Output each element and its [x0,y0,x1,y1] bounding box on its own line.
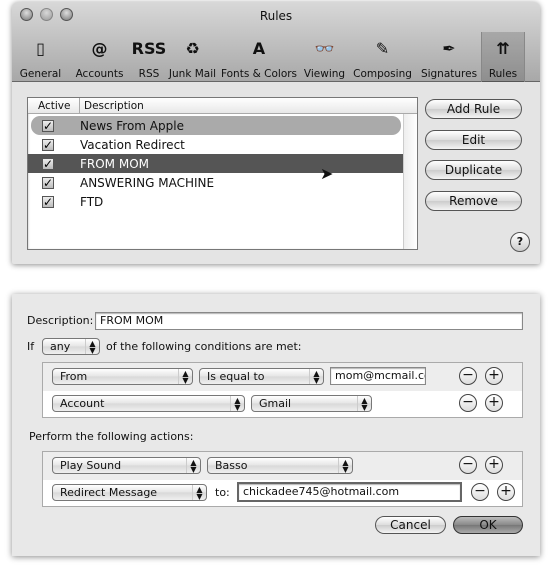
active-checkbox[interactable]: ✓ [42,119,54,132]
toolbar-item-label: RSS [138,68,160,80]
column-description[interactable]: Description [84,100,144,112]
toolbar-item-general[interactable]: ▯ General [12,32,69,82]
pen-signature-icon: ✒ [442,38,456,58]
pencil-paper-icon: ✎ [375,38,390,58]
remove-action-button[interactable]: − [471,483,489,501]
redirect-address-input[interactable]: chickadee745@hotmail.com [237,482,462,502]
action-type-popup[interactable]: Play Sound ▲ ▼ [52,457,201,474]
rule-row[interactable]: ✓ ANSWERING MACHINE [28,173,403,192]
list-header: Active Description [28,98,417,114]
match-any-all-popup[interactable]: any ▲ ▼ [42,338,100,355]
rule-description: ANSWERING MACHINE [80,175,215,190]
condition-operator-popup[interactable]: Is equal to ▲ ▼ [199,368,324,385]
at-sign-icon: @ [91,38,108,58]
popup-arrows-icon: ▲ ▼ [85,339,99,355]
remove-condition-button[interactable]: − [459,394,477,412]
help-button[interactable]: ? [510,232,530,252]
action-type-popup[interactable]: Redirect Message ▲ ▼ [52,484,207,501]
junk-mail-bin-icon: ♻ [185,38,200,58]
toolbar-item-rss[interactable]: RSS RSS [130,32,168,82]
add-action-button[interactable]: + [485,456,503,474]
active-checkbox[interactable]: ✓ [42,195,54,208]
rule-row[interactable]: ✓ News From Apple [31,116,401,135]
light-switch-icon: ▯ [36,38,45,58]
description-label: Description: [27,314,94,327]
toolbar-item-label: Fonts & Colors [220,68,298,80]
rule-description: Vacation Redirect [80,137,185,152]
rule-description: News From Apple [80,118,184,133]
add-rule-button[interactable]: Add Rule [425,99,522,119]
toolbar-item-signatures[interactable]: ✒ Signatures [417,32,481,82]
toolbar-item-label: Rules [488,68,518,80]
rule-row[interactable]: ✓ Vacation Redirect [28,135,403,154]
active-checkbox[interactable]: ✓ [42,157,54,170]
toolbar-item-fonts-colors[interactable]: A Fonts & Colors [217,32,301,82]
rule-description: FROM MOM [80,156,150,171]
font-icon: A [252,38,266,58]
rules-preferences-window: Rules ▯ General @ Accounts RSS RSS ♻ Junk Mail A… [12,2,540,264]
toolbar-item-label: General [19,68,62,80]
duplicate-button[interactable]: Duplicate [425,160,522,180]
remove-button[interactable]: Remove [425,191,522,211]
column-active[interactable]: Active [38,100,70,112]
rules-arrows-icon: ⇈ [496,38,510,58]
window-title: Rules [259,9,293,23]
vertical-scrollbar[interactable] [403,114,417,249]
add-condition-button[interactable]: + [485,394,503,412]
actions-box: Play Sound ▲ ▼ Basso ▲ ▼ − + Redirect Messag… [42,451,523,507]
toolbar-item-accounts[interactable]: @ Accounts [69,32,130,82]
remove-condition-button[interactable]: − [459,367,477,385]
conditions-label: of the following conditions are met: [106,340,302,353]
to-label: to: [215,486,230,499]
rules-list[interactable]: Active Description ✓ News From Apple ✓ Vaca… [27,97,418,250]
ok-button[interactable]: OK [453,516,523,534]
toolbar-item-label: Accounts [75,68,124,80]
toolbar-item-label: Composing [353,68,412,80]
active-checkbox[interactable]: ✓ [42,138,54,151]
condition-value-popup[interactable]: Gmail ▲ ▼ [251,395,372,412]
toolbar-item-junk-mail[interactable]: ♻ Junk Mail [168,32,217,82]
rule-edit-sheet: Description: FROM MOM If any ▲ ▼ of the fo… [12,294,540,556]
rule-row[interactable]: ✓ FROM MOM [28,154,403,173]
cancel-button[interactable]: Cancel [375,516,446,534]
toolbar-item-composing[interactable]: ✎ Composing [348,32,417,82]
add-action-button[interactable]: + [497,483,515,501]
remove-action-button[interactable]: − [459,456,477,474]
toolbar-item-viewing[interactable]: 👓 Viewing [301,32,348,82]
rule-row[interactable]: ✓ FTD [28,192,403,211]
toolbar-item-rules[interactable]: ⇈ Rules [481,32,525,82]
active-checkbox[interactable]: ✓ [42,176,54,189]
description-input[interactable]: FROM MOM [95,312,523,330]
add-condition-button[interactable]: + [485,367,503,385]
toolbar-item-label: Signatures [420,68,478,80]
actions-label: Perform the following actions: [29,430,194,443]
edit-button[interactable]: Edit [425,130,522,150]
sound-popup[interactable]: Basso ▲ ▼ [207,457,353,474]
toolbar-item-label: Viewing [303,68,346,80]
condition-field-popup[interactable]: Account ▲ ▼ [52,395,245,412]
conditions-box: From▲▼ Is equal to▲▼ mom@mcmail.com − + … [42,362,523,418]
toolbar-item-label: Junk Mail [168,68,217,80]
glasses-icon: 👓 [314,38,335,58]
title-bar: Rules ▯ General @ Accounts RSS RSS ♻ Junk Mail A… [12,2,540,82]
condition-field-popup[interactable]: From ▲ ▼ [52,368,193,385]
mouse-cursor-icon: ➤ [320,164,334,183]
rss-icon: RSS [131,38,167,58]
if-label: If [27,340,35,353]
condition-value-input[interactable]: mom@mcmail.com [330,367,426,385]
rule-description: FTD [80,194,104,209]
